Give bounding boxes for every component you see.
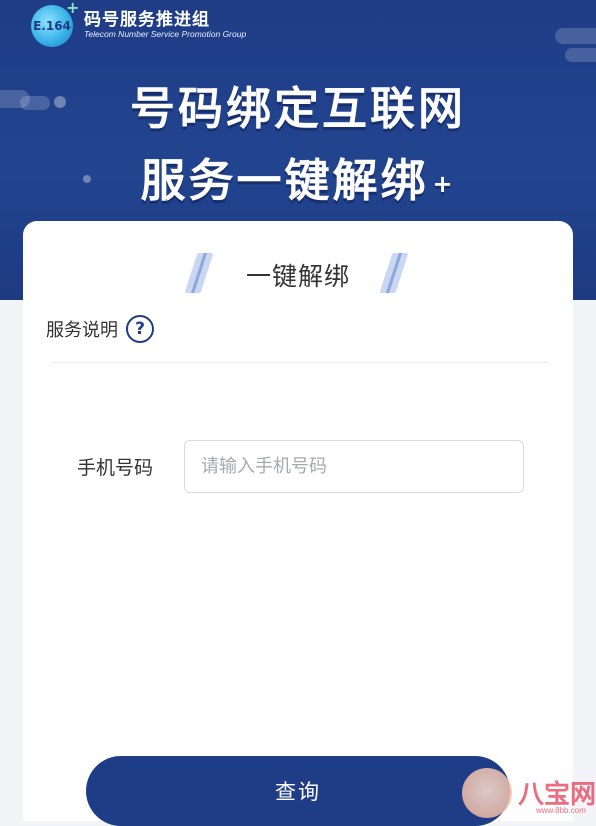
logo-text: E.164 (33, 19, 71, 33)
unbind-card: 一键解绑 服务说明 ? 手机号码 (23, 221, 573, 821)
page-title-line2: 服务一键解绑 + (0, 144, 596, 209)
org-name: 码号服务推进组 (84, 10, 210, 30)
service-description-label: 服务说明 (46, 320, 118, 341)
page-title-line1: 号码绑定互联网 (129, 82, 466, 135)
title-plus-icon: + (432, 170, 456, 198)
help-icon[interactable]: ? (126, 315, 154, 343)
org-subtitle: Telecom Number Service Promotion Group (84, 29, 247, 39)
logo-plus: + (66, 0, 80, 17)
phone-label: 手机号码 (77, 457, 154, 479)
decor-pill (565, 48, 596, 62)
phone-input[interactable] (184, 440, 524, 493)
decor-pill (555, 28, 596, 44)
divider (51, 362, 548, 363)
query-button[interactable]: 查询 (86, 756, 510, 826)
page-title-line2-text: 服务一键解绑 (140, 154, 429, 207)
card-title: 一键解绑 (245, 262, 350, 291)
watermark-face-icon (462, 768, 512, 818)
watermark-url: www.8bb.com (536, 806, 586, 815)
service-description-row: 服务说明 ? (46, 315, 154, 343)
